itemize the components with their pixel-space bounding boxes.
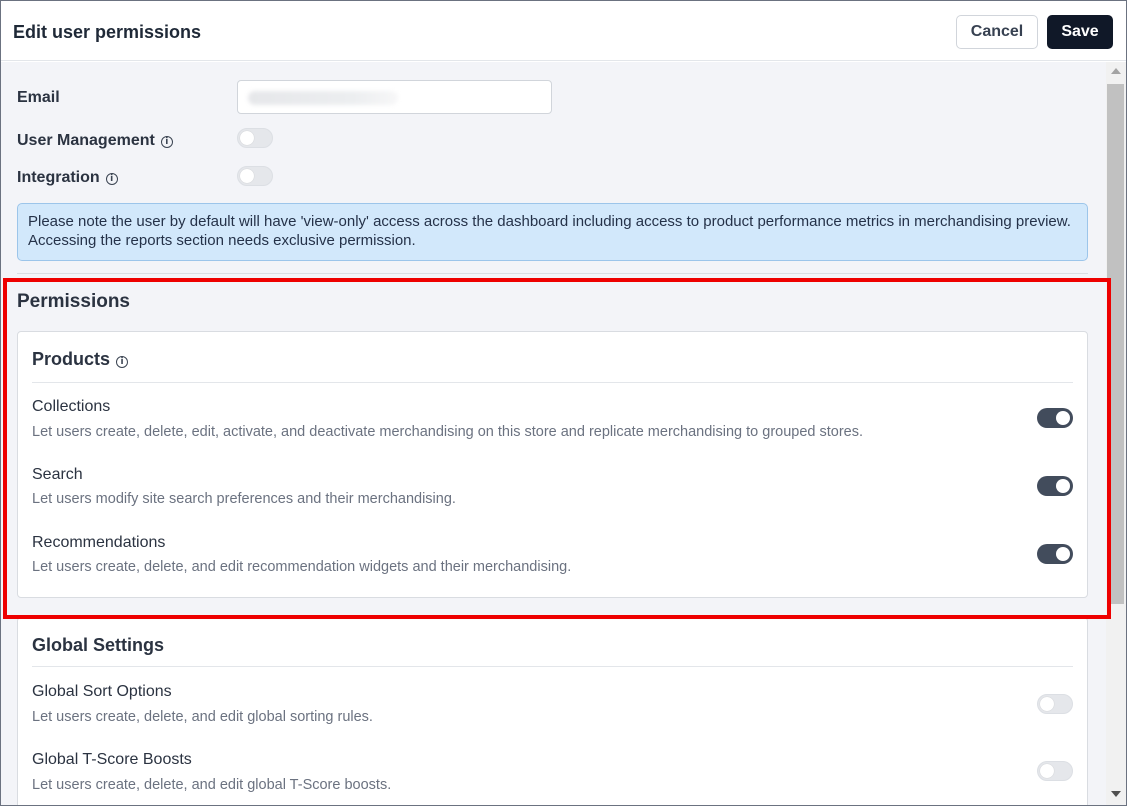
divider xyxy=(17,273,1088,274)
info-icon[interactable]: i xyxy=(105,173,118,185)
collections-toggle[interactable] xyxy=(1037,408,1073,428)
toggle-knob xyxy=(1040,697,1054,711)
toggle-knob xyxy=(1056,479,1070,493)
user-management-label-text: User Management xyxy=(17,132,155,149)
card-divider xyxy=(32,666,1073,667)
toggle-knob xyxy=(1056,411,1070,425)
recommendations-permission-description: Let users create, delete, and edit recom… xyxy=(32,559,572,575)
info-icon[interactable]: i xyxy=(160,136,173,148)
permissions-heading: Permissions xyxy=(17,291,130,312)
products-card: Products i Collections Let users create, … xyxy=(17,331,1088,598)
integration-toggle[interactable] xyxy=(237,166,273,186)
edit-permissions-dialog: Edit user permissions Cancel Save Email … xyxy=(0,0,1127,806)
global-settings-title: Global Settings xyxy=(32,635,165,655)
toggle-knob xyxy=(240,169,254,183)
save-button[interactable]: Save xyxy=(1047,15,1113,49)
vertical-scrollbar[interactable] xyxy=(1106,62,1126,805)
card-divider xyxy=(32,382,1073,383)
global-tscore-boosts-name: Global T-Score Boosts xyxy=(32,751,192,768)
dialog-header: Edit user permissions Cancel Save xyxy=(1,1,1126,61)
global-tscore-boosts-toggle[interactable] xyxy=(1037,761,1073,781)
recommendations-toggle[interactable] xyxy=(1037,544,1073,564)
scroll-down-arrow-icon[interactable] xyxy=(1111,791,1121,797)
email-label: Email xyxy=(17,89,60,106)
global-tscore-boosts-description: Let users create, delete, and edit globa… xyxy=(32,777,392,793)
search-toggle[interactable] xyxy=(1037,476,1073,496)
global-settings-card: Global Settings Global Sort Options Let … xyxy=(17,617,1088,805)
scrollbar-thumb[interactable] xyxy=(1107,84,1124,604)
collections-permission-name: Collections xyxy=(32,398,111,415)
dialog-title: Edit user permissions xyxy=(13,22,202,42)
recommendations-permission-name: Recommendations xyxy=(32,534,166,551)
toggle-knob xyxy=(240,131,254,145)
search-permission-name: Search xyxy=(32,466,83,483)
integration-label: Integration i xyxy=(17,169,118,187)
user-management-toggle[interactable] xyxy=(237,128,273,148)
toggle-knob xyxy=(1040,764,1054,778)
dialog-body: Email User Management i Integration i Plea… xyxy=(1,62,1106,805)
cancel-button[interactable]: Cancel xyxy=(956,15,1038,49)
products-title-text: Products xyxy=(32,349,111,369)
collections-permission-description: Let users create, delete, edit, activate… xyxy=(32,424,864,440)
email-value-redacted xyxy=(248,91,398,105)
view-only-notice: Please note the user by default will hav… xyxy=(17,203,1088,261)
toggle-knob xyxy=(1056,547,1070,561)
search-permission-description: Let users modify site search preferences… xyxy=(32,491,456,507)
scroll-up-arrow-icon[interactable] xyxy=(1111,68,1121,74)
integration-label-text: Integration xyxy=(17,169,100,186)
email-field[interactable] xyxy=(237,80,552,114)
global-sort-options-toggle[interactable] xyxy=(1037,694,1073,714)
global-sort-options-name: Global Sort Options xyxy=(32,683,172,700)
global-sort-options-description: Let users create, delete, and edit globa… xyxy=(32,709,373,725)
info-icon[interactable]: i xyxy=(116,356,129,368)
user-management-label: User Management i xyxy=(17,132,173,150)
products-title: Products i xyxy=(32,349,129,370)
